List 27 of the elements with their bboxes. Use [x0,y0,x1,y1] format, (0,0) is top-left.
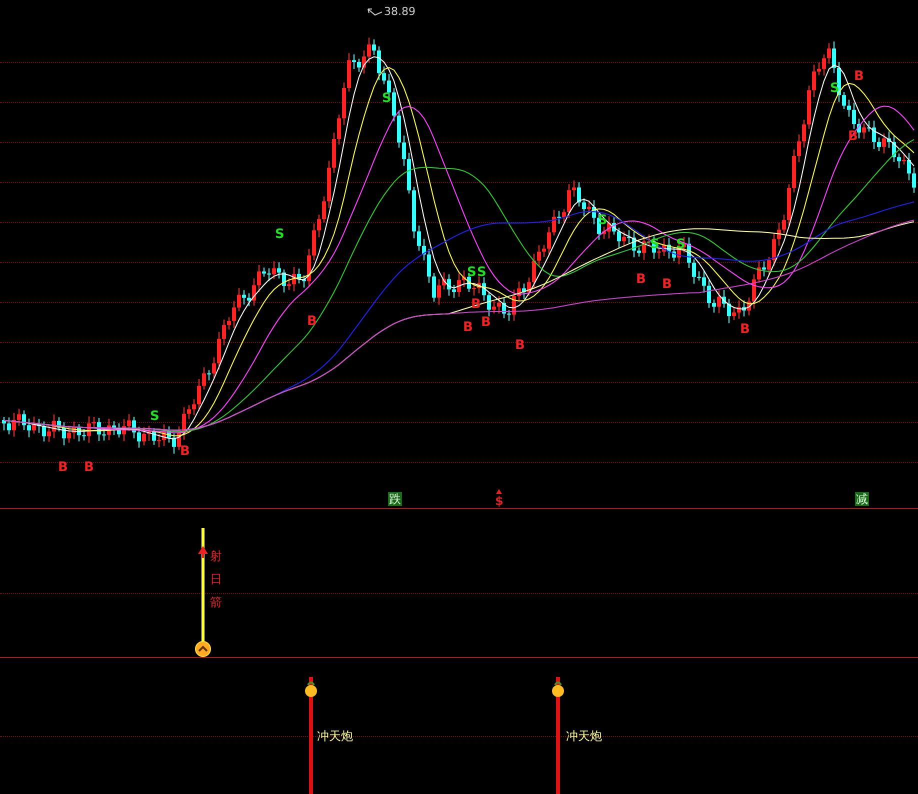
sell-signal-label: S [382,92,392,105]
sell-signal-label: S [150,410,160,423]
sell-signal-label: S [477,266,486,279]
buy-signal-label: B [58,461,68,474]
buy-signal-label: B [854,70,864,83]
signal-tag: 跌 [388,492,402,506]
buy-signal-label: B [463,321,473,334]
buy-signal-label: B [180,445,190,458]
high-price-label: 38.89 [384,5,416,18]
indicator-label: 射日箭 [210,548,222,611]
signal-tag: 减 [855,492,869,506]
sell-signal-label: S [275,228,284,241]
pointer-arrow-icon [367,7,383,17]
buy-signal-label: B [636,273,646,286]
sell-signal-label: S [676,238,686,251]
buy-signal-label: B [481,316,491,329]
up-arrow-icon [496,489,502,494]
buy-signal-label: B [84,461,94,474]
buy-signal-label: B [740,323,750,336]
sell-signal-label: S [650,238,660,251]
buy-signal-label: B [515,339,525,352]
signal-label: $ [495,494,504,508]
buy-signal-label: B [307,315,317,328]
buy-signal-label: B [662,278,672,291]
sell-signal-label: S [467,266,476,279]
indicator-label: 冲天炮 [566,728,602,745]
indicator-label: 冲天炮 [317,728,353,745]
